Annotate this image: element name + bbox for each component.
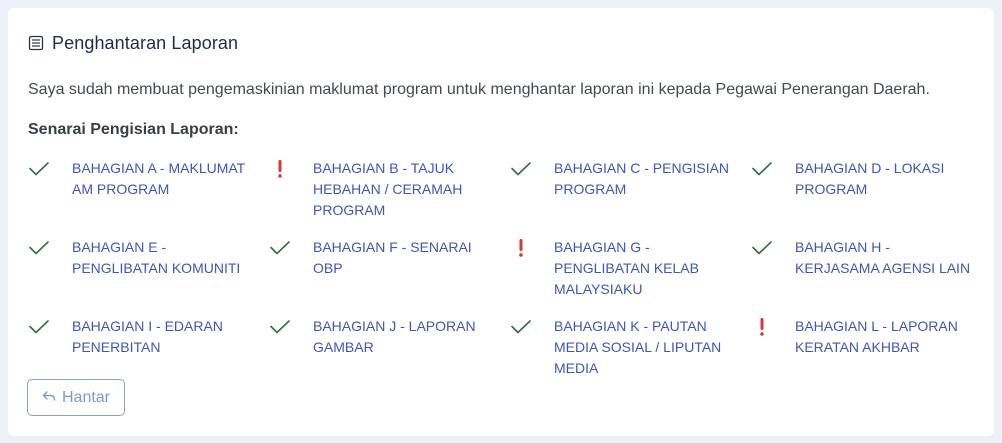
section-item: BAHAGIAN J - LAPORAN GAMBAR — [269, 316, 504, 358]
exclamation-icon — [510, 237, 554, 258]
section-link[interactable]: BAHAGIAN L - LAPORAN KERATAN AKHBAR — [795, 316, 975, 358]
check-icon — [510, 158, 554, 179]
section-link[interactable]: BAHAGIAN K - PAUTAN MEDIA SOSIAL / LIPUT… — [554, 316, 734, 379]
submit-button[interactable]: Hantar — [27, 379, 125, 416]
section-link[interactable]: BAHAGIAN I - EDARAN PENERBITAN — [72, 316, 252, 358]
section-link[interactable]: BAHAGIAN F - SENARAI OBP — [313, 237, 493, 279]
section-item: BAHAGIAN C - PENGISIAN PROGRAM — [510, 158, 745, 200]
checklist-heading: Senarai Pengisian Laporan: — [28, 121, 239, 138]
exclamation-icon — [269, 158, 313, 179]
section-link[interactable]: BAHAGIAN A - MAKLUMAT AM PROGRAM — [72, 158, 252, 200]
section-link[interactable]: BAHAGIAN D - LOKASI PROGRAM — [795, 158, 975, 200]
section-link[interactable]: BAHAGIAN H - KERJASAMA AGENSI LAIN — [795, 237, 975, 279]
check-icon — [28, 237, 72, 258]
section-link[interactable]: BAHAGIAN J - LAPORAN GAMBAR — [313, 316, 493, 358]
section-link[interactable]: BAHAGIAN G - PENGLIBATAN KELAB MALAYSIAK… — [554, 237, 734, 300]
section-link[interactable]: BAHAGIAN E - PENGLIBATAN KOMUNITI — [72, 237, 252, 279]
section-item: BAHAGIAN D - LOKASI PROGRAM — [751, 158, 986, 200]
check-icon — [28, 158, 72, 179]
section-item: BAHAGIAN I - EDARAN PENERBITAN — [28, 316, 263, 358]
section-item: BAHAGIAN A - MAKLUMAT AM PROGRAM — [28, 158, 263, 200]
card-header: Penghantaran Laporan — [28, 32, 238, 54]
section-item: BAHAGIAN L - LAPORAN KERATAN AKHBAR — [751, 316, 986, 358]
check-icon — [751, 158, 795, 179]
report-submission-card: Penghantaran Laporan Saya sudah membuat … — [8, 8, 994, 436]
report-icon — [28, 35, 44, 51]
exclamation-icon — [751, 316, 795, 337]
section-item: BAHAGIAN B - TAJUK HEBAHAN / CERAMAH PRO… — [269, 158, 504, 221]
section-item: BAHAGIAN K - PAUTAN MEDIA SOSIAL / LIPUT… — [510, 316, 745, 379]
section-item: BAHAGIAN G - PENGLIBATAN KELAB MALAYSIAK… — [510, 237, 745, 300]
check-icon — [28, 316, 72, 337]
check-icon — [269, 316, 313, 337]
section-item: BAHAGIAN E - PENGLIBATAN KOMUNITI — [28, 237, 263, 279]
submit-button-label: Hantar — [61, 388, 111, 406]
section-item: BAHAGIAN H - KERJASAMA AGENSI LAIN — [751, 237, 986, 279]
section-link[interactable]: BAHAGIAN B - TAJUK HEBAHAN / CERAMAH PRO… — [313, 158, 493, 221]
intro-text: Saya sudah membuat pengemaskinian maklum… — [28, 81, 930, 98]
check-icon — [269, 237, 313, 258]
section-item: BAHAGIAN F - SENARAI OBP — [269, 237, 504, 279]
page-title: Penghantaran Laporan — [52, 32, 239, 53]
reply-icon — [42, 389, 56, 407]
check-icon — [751, 237, 795, 258]
section-link[interactable]: BAHAGIAN C - PENGISIAN PROGRAM — [554, 158, 734, 200]
check-icon — [510, 316, 554, 337]
